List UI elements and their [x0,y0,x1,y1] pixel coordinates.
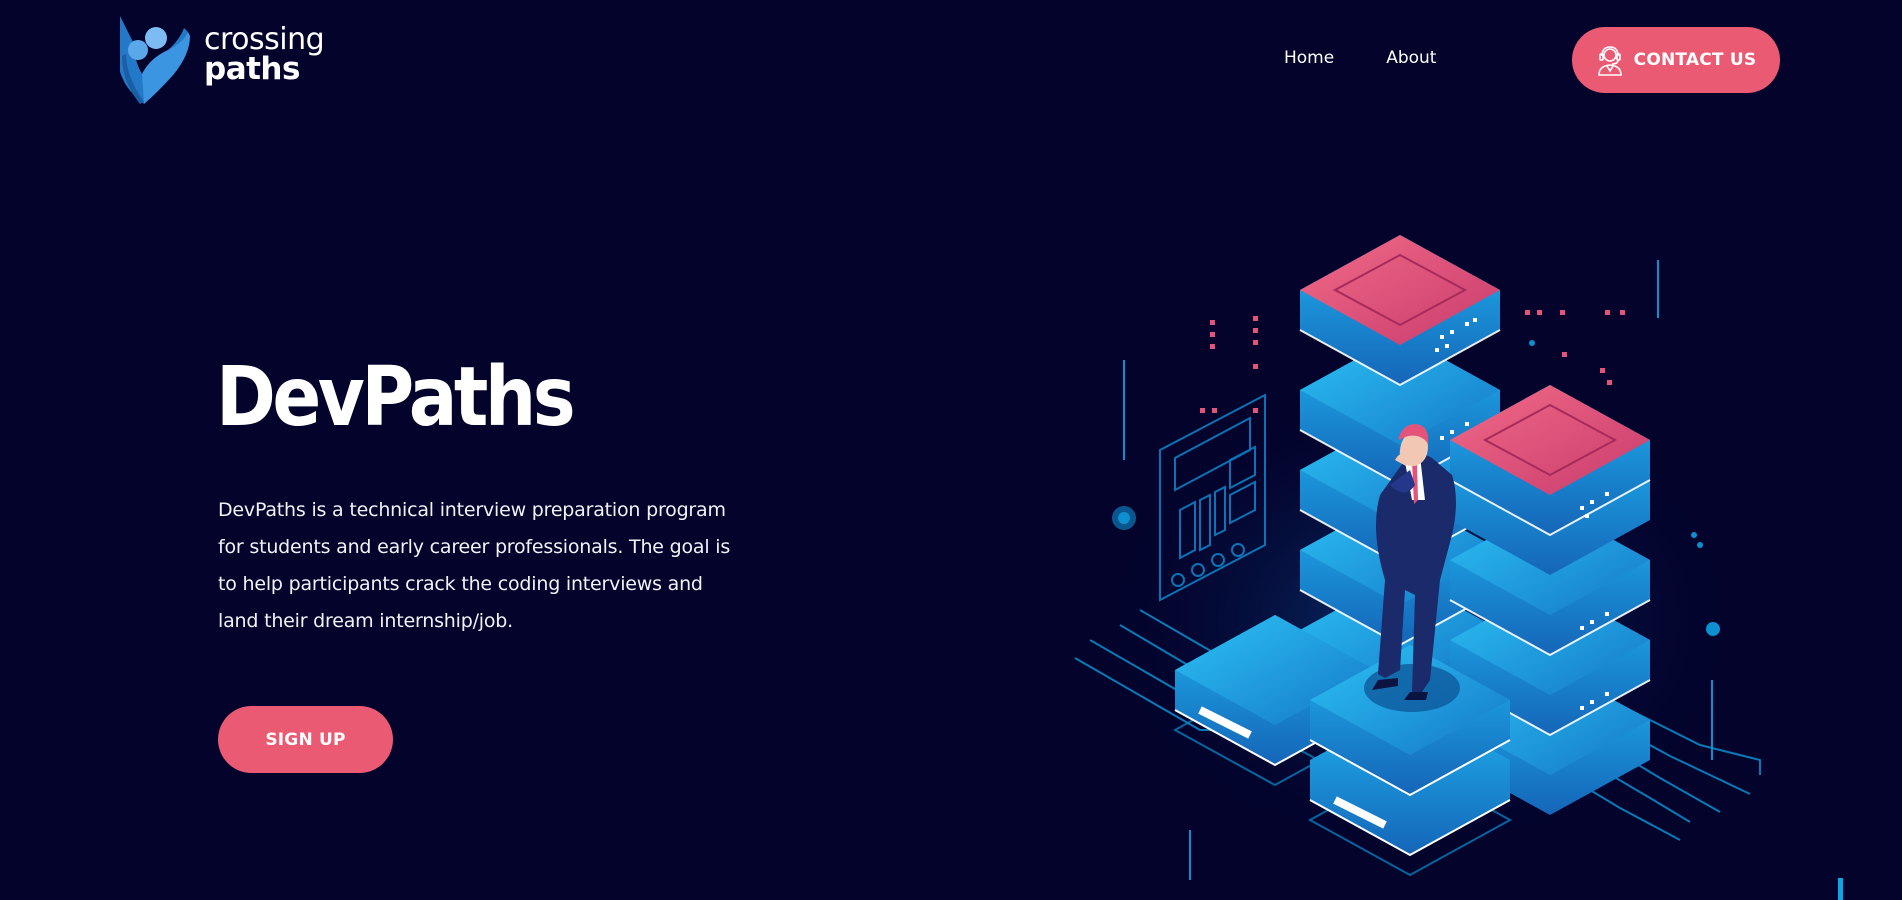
edge-accent-bar [1838,878,1843,900]
main-nav: Home About [1284,48,1436,68]
hero-title: DevPaths [216,350,576,445]
hero-description: DevPaths is a technical interview prepar… [218,499,731,632]
sign-up-button[interactable]: SIGN UP [218,706,393,773]
contact-us-button[interactable]: CONTACT US [1572,27,1780,93]
nav-home-link[interactable]: Home [1284,48,1334,68]
contact-us-label: CONTACT US [1633,50,1757,70]
logo-text-line2: paths [204,51,300,87]
support-agent-icon [1597,46,1622,76]
landing-page: crossing paths Home About CONTACT US Dev… [0,0,1902,900]
brand-logo[interactable]: crossing paths [116,12,336,112]
server-stack-person-illustration [1074,235,1761,880]
crossing-paths-logo-icon [120,16,190,104]
nav-about-link[interactable]: About [1386,48,1436,68]
sign-up-label: SIGN UP [265,729,346,750]
